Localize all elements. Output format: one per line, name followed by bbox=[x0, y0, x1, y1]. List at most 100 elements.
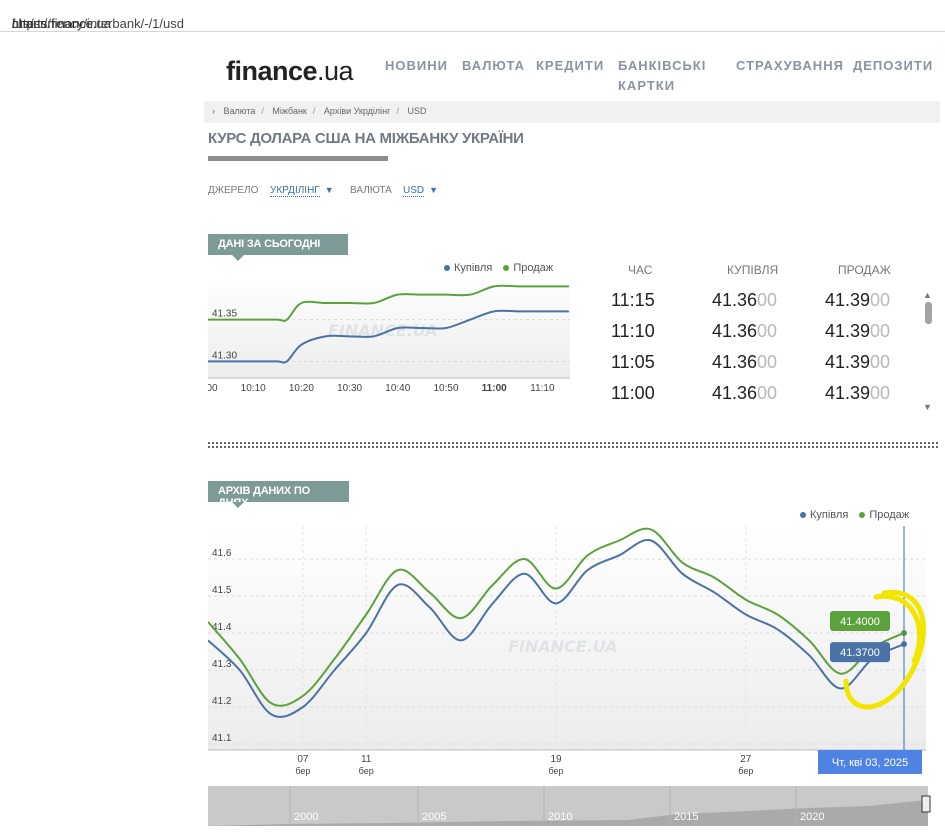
scroll-up-icon[interactable]: ▲ bbox=[923, 290, 932, 300]
rate-sell: 41.3900 bbox=[825, 321, 891, 341]
x-tick-month: бер bbox=[548, 766, 563, 776]
rate-time: 11:15 bbox=[611, 290, 655, 310]
watermark: FINANCE.UA bbox=[508, 637, 617, 656]
navigator-year-label: 2005 bbox=[422, 811, 446, 823]
x-tick-label: 11:00 bbox=[482, 383, 507, 394]
rate-buy: 41.3600 bbox=[712, 383, 778, 403]
currency-dropdown[interactable]: USD ▼ bbox=[403, 185, 439, 197]
x-tick-month: бер bbox=[738, 766, 753, 776]
rate-row: 11:15 41.3600 41.3900 bbox=[600, 290, 920, 320]
navigator-year-label: 2010 bbox=[548, 811, 572, 823]
legend-sell[interactable]: Продаж bbox=[869, 509, 909, 521]
y-tick-label: 41.30 bbox=[212, 350, 237, 361]
rate-buy: 41.3600 bbox=[712, 352, 778, 372]
source-filter-label: ДЖЕРЕЛО bbox=[208, 185, 259, 196]
section-divider bbox=[208, 442, 938, 448]
breadcrumb-arrow-icon: › bbox=[212, 106, 215, 116]
x-tick-label: 10:20 bbox=[289, 383, 314, 394]
breadcrumb-archive[interactable]: Архіви Укрділінг bbox=[324, 106, 391, 116]
y-tick-label: 41.35 bbox=[212, 309, 237, 320]
rate-time: 11:10 bbox=[611, 321, 655, 341]
x-tick-label: 10:30 bbox=[337, 383, 362, 394]
sell-legend-dot-icon bbox=[859, 511, 866, 518]
rate-row: 11:10 41.3600 41.3900 bbox=[600, 321, 920, 351]
breadcrumb: › Валюта / Міжбанк / Архіви Укрділінг / USD bbox=[204, 101, 940, 123]
col-buy: КУПІВЛЯ bbox=[727, 263, 779, 277]
breadcrumb-interbank[interactable]: Міжбанк bbox=[272, 106, 306, 116]
y-tick-label: 41.2 bbox=[212, 696, 232, 707]
x-tick-day: 27 bbox=[740, 754, 752, 765]
source-dropdown[interactable]: УКРДІЛІНГ ▼ bbox=[270, 185, 334, 197]
chevron-down-icon: ▼ bbox=[324, 185, 334, 195]
scroll-down-icon[interactable]: ▼ bbox=[923, 402, 932, 412]
x-tick-day: 07 bbox=[297, 754, 309, 765]
rate-row: 11:00 41.3600 41.3900 bbox=[600, 383, 920, 413]
breadcrumb-sep-icon: / bbox=[396, 106, 399, 116]
title-underline bbox=[208, 156, 388, 161]
legend-buy[interactable]: Купівля bbox=[810, 509, 848, 521]
nav-bank-cards[interactable]: БАНКІВСЬКІ КАРТКИ bbox=[618, 56, 706, 96]
navigator-handle[interactable] bbox=[921, 795, 931, 813]
date-tooltip-text: Чт, кві 03, 2025 bbox=[832, 757, 908, 769]
archive-legend: Купівля Продаж bbox=[792, 509, 909, 521]
nav-bank-cards-line2: КАРТКИ bbox=[618, 78, 676, 93]
today-section-title: ДАНІ ЗА СЬОГОДНІ bbox=[208, 234, 348, 261]
chevron-down-icon: ▼ bbox=[429, 185, 439, 195]
address-bar[interactable]: https://charts.finance.ua/ua/currency/in… bbox=[0, 0, 945, 32]
col-time: ЧАС bbox=[628, 263, 653, 277]
y-tick-label: 41.1 bbox=[212, 733, 232, 744]
today-legend: Купівля Продаж bbox=[436, 262, 553, 274]
rate-buy: 41.3600 bbox=[712, 321, 778, 341]
legend-sell[interactable]: Продаж bbox=[513, 262, 553, 274]
nav-bank-cards-line1: БАНКІВСЬКІ bbox=[618, 58, 707, 73]
x-tick-label: 10:00 bbox=[208, 383, 218, 394]
today-chart[interactable]: 41.3041.35FINANCE.UA10:0010:1010:2010:30… bbox=[208, 278, 574, 400]
source-dropdown-value: УКРДІЛІНГ bbox=[270, 185, 320, 197]
currency-dropdown-value: USD bbox=[403, 185, 425, 197]
nav-insurance[interactable]: СТРАХУВАННЯ bbox=[736, 56, 844, 76]
rate-buy: 41.3600 bbox=[712, 290, 778, 310]
y-tick-label: 41.6 bbox=[212, 548, 232, 559]
x-tick-month: бер bbox=[359, 766, 374, 776]
y-tick-label: 41.3 bbox=[212, 659, 232, 670]
legend-buy[interactable]: Купівля bbox=[454, 262, 492, 274]
navigator-year-label: 2020 bbox=[800, 811, 824, 823]
sell-tooltip-value: 41.4000 bbox=[840, 616, 880, 628]
breadcrumb-sep-icon: / bbox=[312, 106, 316, 116]
rate-sell: 41.3900 bbox=[825, 383, 891, 403]
sell-legend-dot-icon bbox=[503, 264, 510, 271]
nav-currency[interactable]: ВАЛЮТА bbox=[462, 56, 525, 76]
nav-news[interactable]: НОВИНИ bbox=[385, 56, 448, 76]
rate-sell: 41.3900 bbox=[825, 352, 891, 372]
x-tick-day: 19 bbox=[550, 754, 562, 765]
navigator-year-label: 2015 bbox=[674, 811, 698, 823]
x-tick-label: 10:50 bbox=[433, 383, 458, 394]
page-title: КУРС ДОЛАРА США НА МІЖБАНКУ УКРАЇНИ bbox=[208, 130, 524, 147]
x-tick-label: 11:10 bbox=[530, 383, 555, 394]
x-tick-label: 10:10 bbox=[241, 383, 266, 394]
currency-filter-label: ВАЛЮТА bbox=[350, 185, 392, 196]
x-tick-month: бер bbox=[295, 766, 310, 776]
x-tick-label: 10:40 bbox=[385, 383, 410, 394]
rates-scrollbar-thumb[interactable] bbox=[925, 302, 932, 324]
rate-time: 11:00 bbox=[611, 383, 655, 403]
y-tick-label: 41.5 bbox=[212, 585, 232, 596]
rate-sell: 41.3900 bbox=[825, 290, 891, 310]
rate-row: 11:05 41.3600 41.3900 bbox=[600, 352, 920, 382]
breadcrumb-usd: USD bbox=[407, 106, 427, 116]
x-tick-day: 11 bbox=[361, 754, 372, 765]
nav-credits[interactable]: КРЕДИТИ bbox=[536, 56, 604, 76]
archive-section-title: АРХІВ ДАНИХ ПО ДНЯХ bbox=[208, 481, 349, 509]
navigator-year-label: 2000 bbox=[294, 811, 318, 823]
buy-legend-dot-icon bbox=[444, 264, 450, 271]
range-navigator[interactable]: 2000 2005 2010 2015 2020 bbox=[208, 786, 938, 826]
archive-chart[interactable]: 41.141.241.341.441.541.607бер11бер19бер2… bbox=[208, 522, 938, 780]
buy-tooltip-value: 41.3700 bbox=[840, 647, 880, 659]
breadcrumb-sep-icon: / bbox=[261, 106, 264, 116]
breadcrumb-currency[interactable]: Валюта bbox=[224, 106, 256, 116]
nav-deposits[interactable]: ДЕПОЗИТИ bbox=[853, 56, 933, 76]
buy-legend-dot-icon bbox=[800, 511, 806, 518]
site-logo[interactable]: finance.ua bbox=[226, 56, 354, 87]
rate-time: 11:05 bbox=[611, 352, 655, 372]
col-sell: ПРОДАЖ bbox=[838, 263, 891, 277]
